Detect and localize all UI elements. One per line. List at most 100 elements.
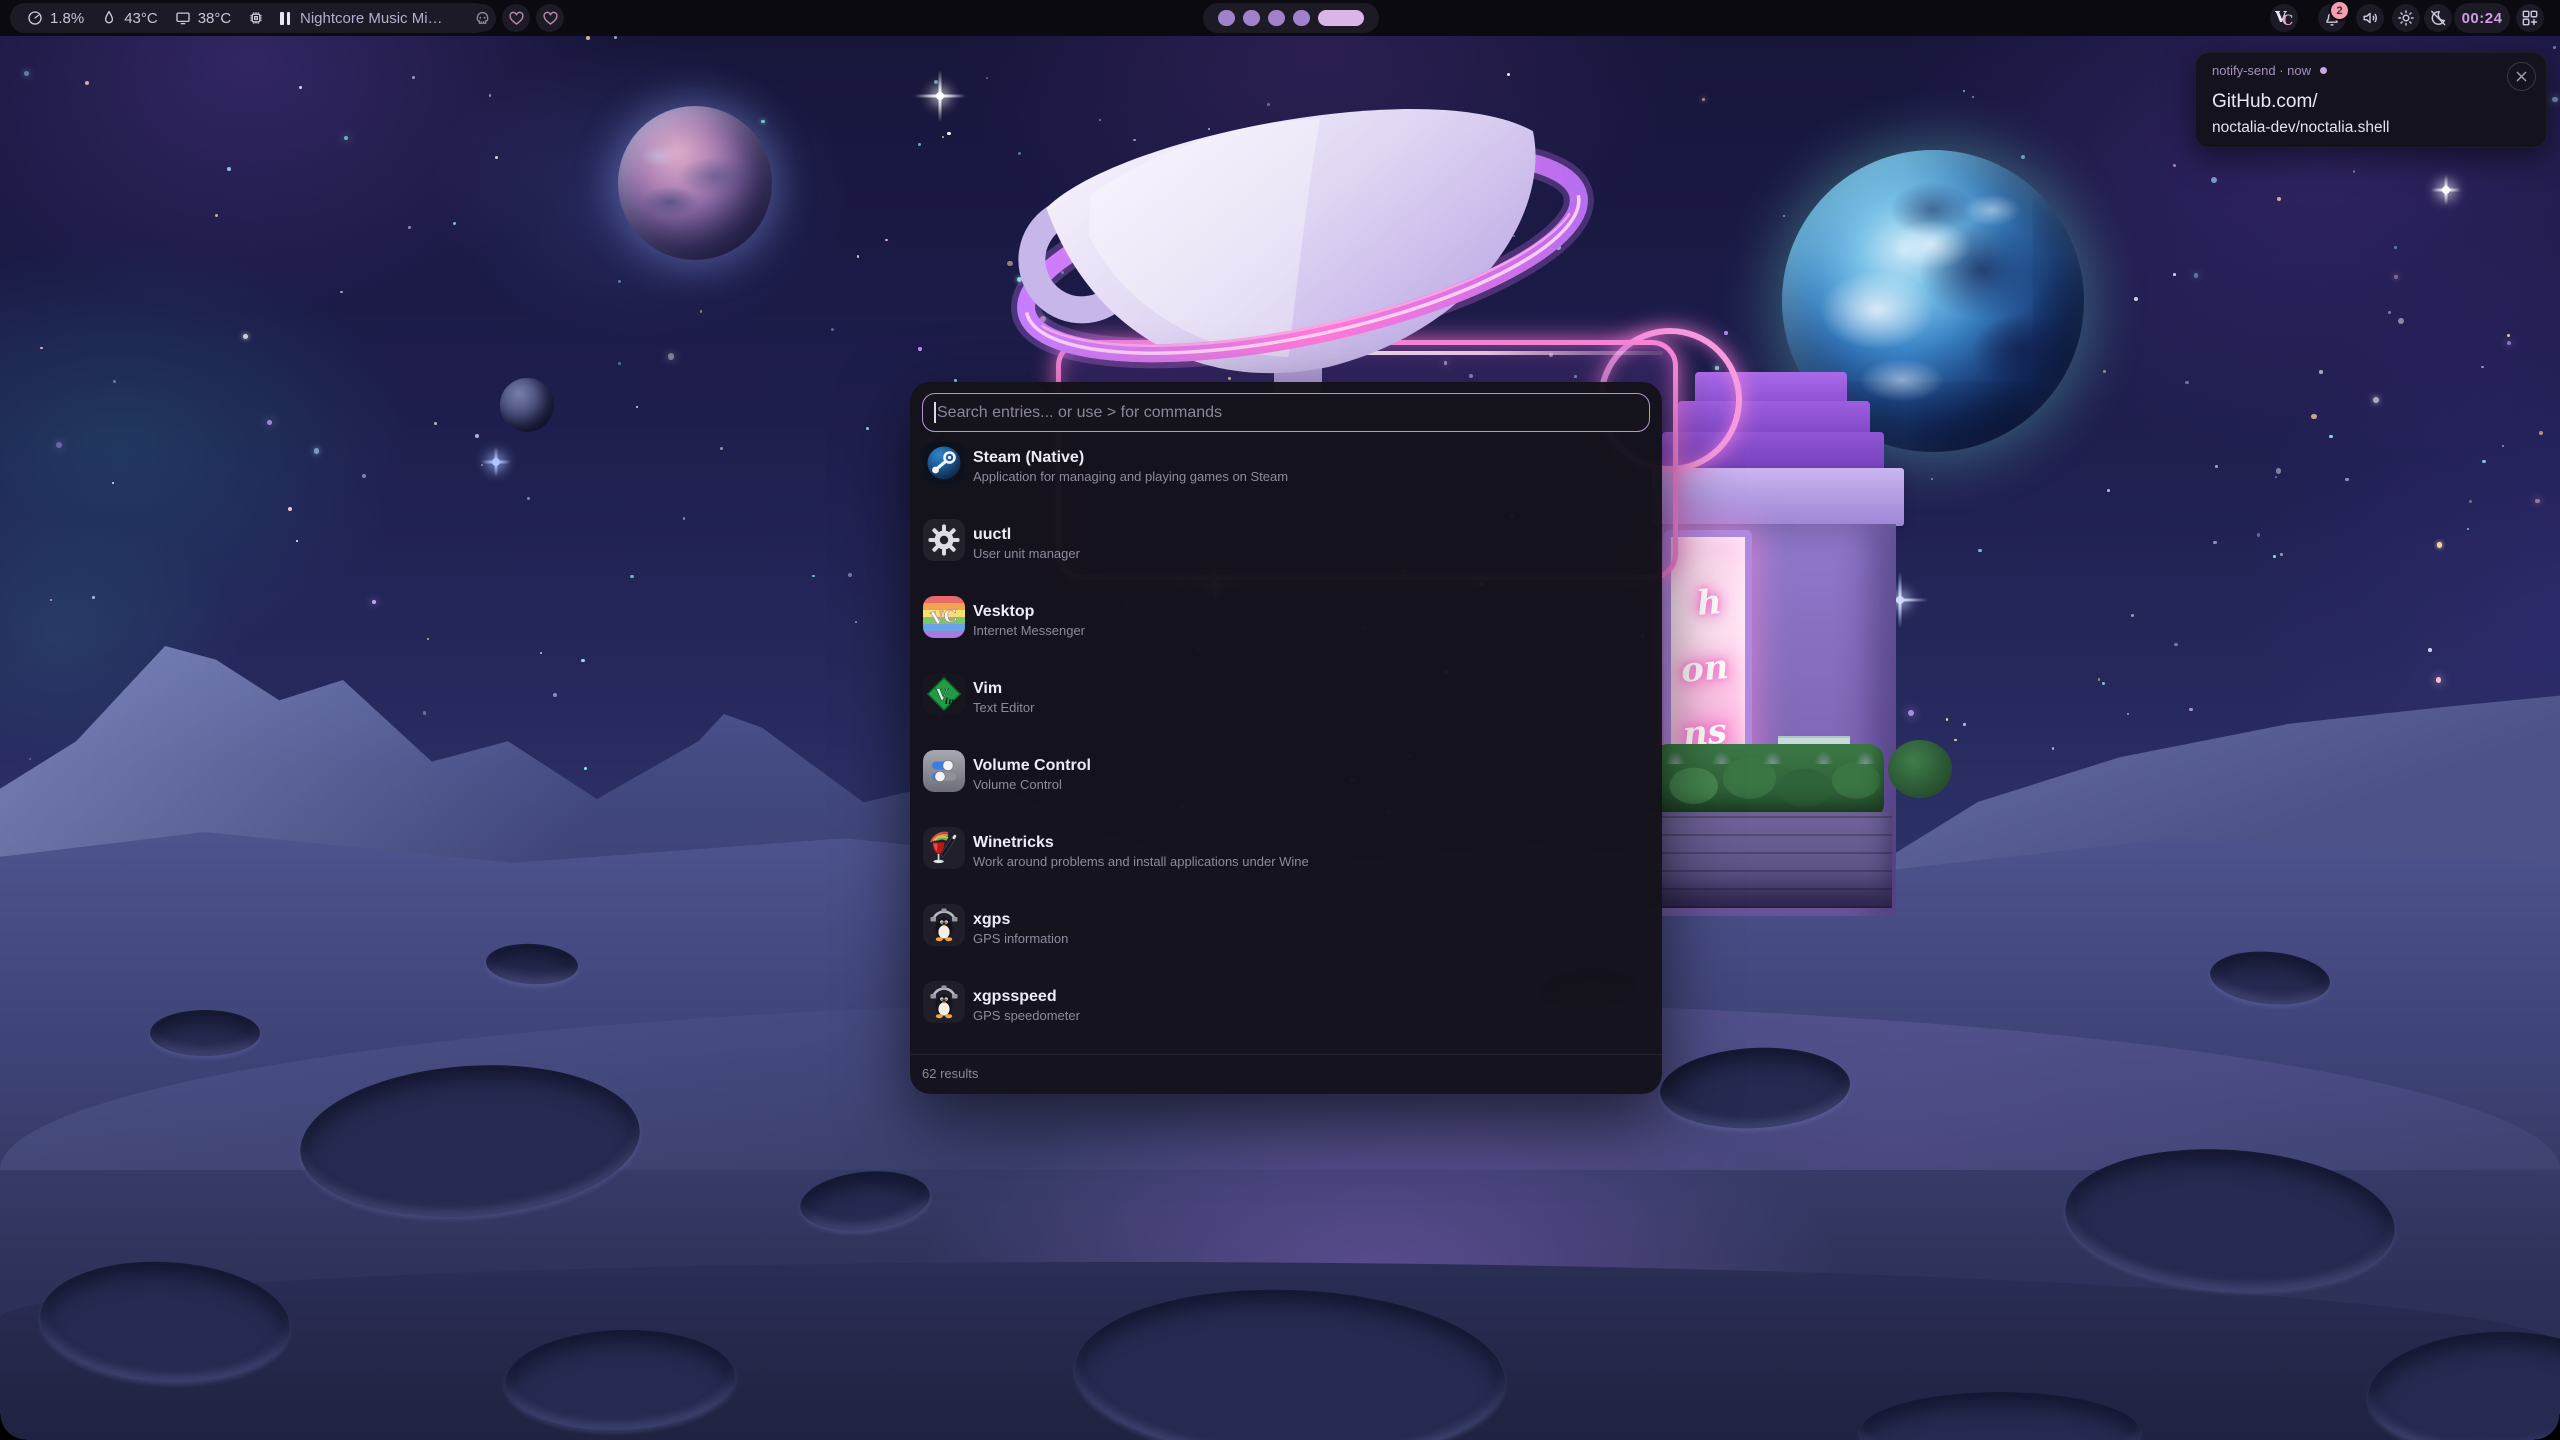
small-dark-planet	[500, 378, 554, 432]
workspace-dot[interactable]	[1243, 10, 1260, 26]
cafe-bush	[1888, 740, 1952, 798]
vim-icon: V im	[923, 673, 965, 715]
flame-icon	[100, 9, 118, 27]
cpu-temp-stat: 43°C	[100, 9, 158, 27]
item-title: Volume Control	[973, 756, 1091, 775]
vesktop-tray-button[interactable]: VC	[2270, 4, 2298, 32]
cafe-hedge	[1652, 744, 1884, 820]
launcher-item-vim[interactable]: V im Vim Text Editor	[922, 673, 1650, 750]
ghost-tray-button[interactable]	[468, 4, 496, 32]
night-mode-button[interactable]	[2424, 4, 2452, 32]
display-icon	[174, 9, 192, 27]
sparkle-star	[2431, 175, 2461, 205]
item-title: uuctl	[973, 525, 1080, 544]
svg-text:im: im	[945, 697, 957, 707]
search-field-wrap	[922, 393, 1650, 432]
workspace-dot[interactable]	[1218, 10, 1235, 26]
neon-script-fragment: on	[1679, 647, 1730, 691]
brightness-icon	[2396, 8, 2416, 28]
launcher-item-uuctl[interactable]: uuctl User unit manager	[922, 519, 1650, 596]
night-mode-icon	[2428, 8, 2448, 28]
results-list: Steam (Native) Application for managing …	[922, 442, 1650, 1058]
clock-widget[interactable]: 00:24	[2454, 3, 2510, 33]
cafe-cornice	[1652, 468, 1904, 526]
vesktop-icon: VC	[923, 596, 965, 638]
gauge-icon	[26, 9, 44, 27]
item-desc: Volume Control	[973, 776, 1091, 793]
item-desc: User unit manager	[973, 545, 1080, 562]
media-player-widget[interactable]: Nightcore Music Mix 20…	[266, 3, 490, 33]
notification-popup[interactable]: notify-send · now GitHub.com/ noctalia-d…	[2195, 52, 2547, 148]
gpu-temp-stat: 38°C	[174, 9, 232, 27]
workspace-dot-active[interactable]	[1318, 10, 1364, 26]
item-desc: Internet Messenger	[973, 622, 1085, 639]
tux-gps-icon	[923, 904, 965, 946]
item-title: xgps	[973, 910, 1068, 929]
top-bar: 1.8% 43°C 38°C 9.7G Nightcore Music Mix …	[0, 0, 2560, 36]
item-title: Steam (Native)	[973, 448, 1288, 467]
dashboard-button[interactable]	[2516, 4, 2544, 32]
item-desc: GPS information	[973, 930, 1068, 947]
chip-icon	[247, 9, 265, 27]
close-icon	[2516, 71, 2527, 82]
launcher-item-steam[interactable]: Steam (Native) Application for managing …	[922, 442, 1650, 519]
workspace-dot[interactable]	[1268, 10, 1285, 26]
volume-button[interactable]	[2356, 4, 2384, 32]
saturn-coffee-cup	[986, 82, 1616, 422]
workspace-indicator[interactable]	[1203, 3, 1379, 33]
pause-icon	[280, 12, 290, 25]
sparkle-star	[481, 447, 511, 477]
unread-dot	[2320, 67, 2327, 74]
cpu-usage-stat: 1.8%	[26, 9, 84, 27]
gear-icon	[923, 519, 965, 561]
ghost-icon	[473, 9, 492, 28]
clock-text: 00:24	[2462, 10, 2503, 27]
item-desc: Text Editor	[973, 699, 1034, 716]
volume-icon	[2360, 8, 2380, 28]
workspace-dot[interactable]	[1293, 10, 1310, 26]
text-caret	[934, 402, 936, 423]
notification-body: noctalia-dev/noctalia.shell	[2212, 119, 2390, 137]
item-title: Vesktop	[973, 602, 1085, 621]
notification-header: notify-send · now	[2212, 63, 2327, 78]
heart-tray-button[interactable]	[536, 4, 564, 32]
results-footer: 62 results	[910, 1054, 1662, 1094]
svg-text:VC: VC	[929, 606, 959, 630]
launcher-item-volume-control[interactable]: Volume Control Volume Control	[922, 750, 1650, 827]
screen-corner	[2534, 1414, 2560, 1440]
heart-icon	[541, 9, 560, 28]
heart-tray-button[interactable]	[502, 4, 530, 32]
search-input[interactable]	[922, 393, 1650, 432]
crater	[150, 1010, 260, 1056]
vesktop-tray-icon: VC	[2274, 8, 2294, 28]
steam-icon	[923, 442, 965, 484]
results-count: 62 results	[910, 1055, 1662, 1093]
desktop: h on ns	[0, 0, 2560, 1440]
item-title: Vim	[973, 679, 1034, 698]
purple-planet	[618, 106, 772, 260]
neon-script-fragment: h	[1695, 582, 1723, 624]
notifications-button[interactable]: 2	[2318, 4, 2346, 32]
screen-corner	[0, 1414, 26, 1440]
winetricks-icon	[923, 827, 965, 869]
dashboard-plus-icon	[2520, 8, 2540, 28]
heart-icon	[507, 9, 526, 28]
tux-gps-icon	[923, 981, 965, 1023]
item-desc: GPS speedometer	[973, 1007, 1080, 1024]
launcher-item-xgps[interactable]: xgps GPS information	[922, 904, 1650, 981]
launcher-item-vesktop[interactable]: VC Vesktop Internet Messenger	[922, 596, 1650, 673]
brightness-button[interactable]	[2392, 4, 2420, 32]
sparkle-star	[914, 70, 966, 122]
launcher-item-xgpsspeed[interactable]: xgpsspeed GPS speedometer	[922, 981, 1650, 1058]
notification-close-button[interactable]	[2507, 62, 2536, 91]
app-launcher: Steam (Native) Application for managing …	[910, 382, 1662, 1094]
cafe-brick-planter	[1648, 812, 1892, 908]
launcher-item-winetricks[interactable]: Winetricks Work around problems and inst…	[922, 827, 1650, 904]
notification-title: GitHub.com/	[2212, 91, 2318, 113]
item-desc: Application for managing and playing gam…	[973, 468, 1288, 485]
item-title: Winetricks	[973, 833, 1309, 852]
volume-sliders-icon	[923, 750, 965, 792]
media-title: Nightcore Music Mix 20…	[300, 10, 450, 27]
item-desc: Work around problems and install applica…	[973, 853, 1309, 870]
item-title: xgpsspeed	[973, 987, 1080, 1006]
